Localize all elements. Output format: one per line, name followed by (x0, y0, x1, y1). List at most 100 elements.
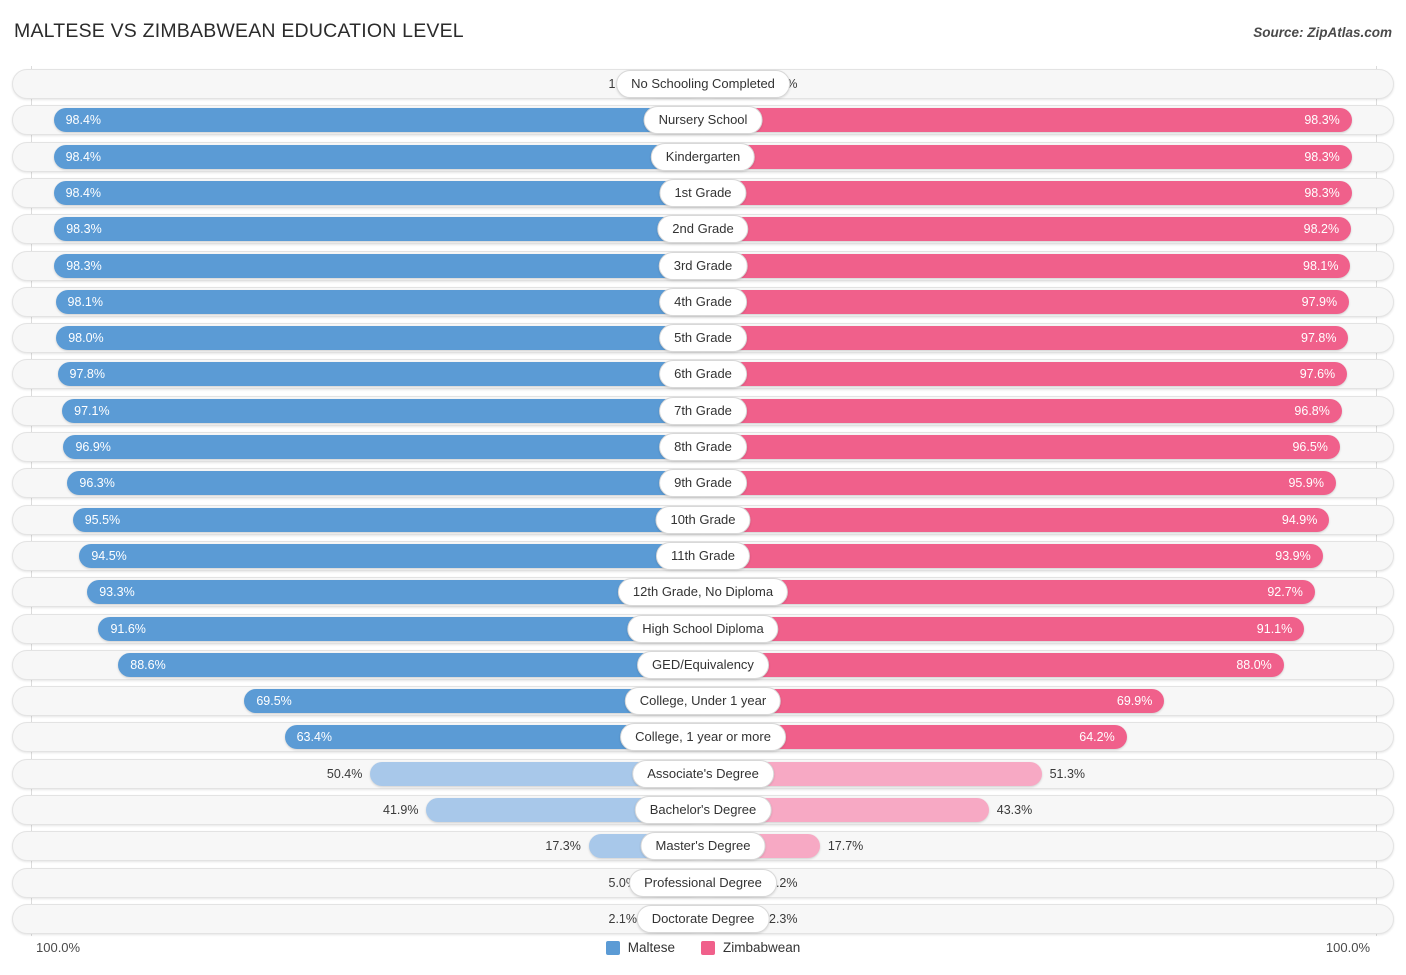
category-label[interactable]: 2nd Grade (657, 215, 749, 244)
category-label[interactable]: No Schooling Completed (616, 70, 790, 98)
category-label[interactable]: 6th Grade (659, 360, 747, 389)
category-label[interactable]: 9th Grade (659, 469, 747, 498)
bar-value-label: 17.3% (545, 839, 581, 854)
category-label[interactable]: GED/Equivalency (637, 650, 769, 679)
chart-row[interactable]: 69.5% 69.9% College, Under 1 year (12, 686, 1394, 717)
bar-value-label: 96.8% (1294, 403, 1330, 418)
bar-maltese[interactable]: 98.4% (53, 108, 703, 133)
bar-zimbabwean[interactable]: 95.9% (703, 471, 1336, 496)
category-label[interactable]: 12th Grade, No Diploma (617, 578, 789, 607)
bar-maltese[interactable]: 95.5% (72, 507, 703, 532)
chart-row[interactable]: 5.0% 5.2% Professional Degree (12, 867, 1394, 898)
bar-zimbabwean[interactable]: 96.5% (703, 435, 1340, 459)
bar-maltese[interactable]: 98.4% (53, 180, 703, 205)
bar-zimbabwean[interactable]: 91.1% (703, 616, 1305, 641)
category-label[interactable]: 10th Grade (655, 505, 751, 534)
category-label[interactable]: 4th Grade (659, 287, 747, 316)
bar-maltese[interactable]: 98.1% (55, 289, 703, 314)
category-label[interactable]: College, 1 year or more (620, 723, 786, 752)
chart-row[interactable]: 41.9% 43.3% Bachelor's Degree (12, 795, 1394, 825)
bar-zimbabwean[interactable]: 98.3% (703, 108, 1352, 133)
chart-row[interactable]: 98.4% 98.3% 1st Grade (12, 177, 1394, 208)
chart-row[interactable]: 98.1% 97.9% 4th Grade (12, 286, 1394, 317)
chart-row[interactable]: 97.1% 96.8% 7th Grade (12, 395, 1394, 426)
category-label[interactable]: Kindergarten (650, 142, 756, 171)
legend-label-maltese: Maltese (627, 940, 675, 955)
bar-maltese[interactable]: 98.0% (56, 326, 703, 351)
category-label[interactable]: Bachelor's Degree (634, 796, 772, 824)
bar-zimbabwean[interactable]: 93.9% (703, 543, 1323, 568)
category-label[interactable]: Nursery School (643, 106, 763, 135)
chart-row[interactable]: 2.1% 2.3% Doctorate Degree (12, 903, 1394, 934)
bar-zimbabwean[interactable]: 94.9% (703, 507, 1330, 532)
bar-zimbabwean[interactable]: 98.1% (703, 253, 1351, 278)
bar-zimbabwean[interactable]: 96.8% (703, 398, 1342, 423)
bar-maltese[interactable]: 91.6% (98, 616, 703, 641)
chart-row[interactable]: 1.6%1.7%No Schooling Completed (12, 69, 1394, 99)
bar-value-label: 98.3% (1304, 185, 1340, 200)
bar-zimbabwean[interactable]: 98.3% (703, 180, 1352, 205)
bar-maltese[interactable]: 98.3% (54, 217, 703, 242)
category-label[interactable]: Doctorate Degree (636, 904, 770, 933)
chart-row[interactable]: 98.3% 98.2% 2nd Grade (12, 214, 1394, 245)
bar-value-label: 98.3% (66, 222, 102, 237)
bar-zimbabwean[interactable]: 97.8% (703, 326, 1349, 351)
category-label[interactable]: Associate's Degree (632, 759, 774, 788)
chart-row[interactable]: 98.3% 98.1% 3rd Grade (12, 250, 1394, 281)
chart-row[interactable]: 94.5% 93.9% 11th Grade (12, 540, 1394, 571)
chart-row[interactable]: 88.6% 88.0% GED/Equivalency (12, 649, 1394, 680)
chart-row[interactable]: 95.5% 94.9% 10th Grade (12, 504, 1394, 535)
chart-row[interactable]: 98.4% 98.3% Kindergarten (12, 141, 1394, 172)
chart-row[interactable]: 98.0% 97.8% 5th Grade (12, 323, 1394, 354)
chart-row[interactable]: 96.3% 95.9% 9th Grade (12, 468, 1394, 499)
bar-value-label: 97.1% (74, 403, 110, 418)
chart-row[interactable]: 63.4% 64.2% College, 1 year or more (12, 722, 1394, 753)
chart-row[interactable]: 17.3% 17.7% Master's Degree (12, 831, 1394, 862)
category-label[interactable]: Master's Degree (640, 832, 766, 861)
bar-value-label: 96.3% (79, 476, 115, 491)
category-label[interactable]: 11th Grade (655, 541, 751, 570)
bar-zimbabwean[interactable]: 97.6% (703, 362, 1348, 387)
bar-value-label: 51.3% (1049, 766, 1086, 781)
category-label[interactable]: 8th Grade (659, 433, 747, 461)
bar-value-label: 92.7% (1267, 585, 1303, 600)
bar-value-label: 93.3% (99, 585, 135, 600)
chart-row[interactable]: 96.9% 96.5% 8th Grade (12, 432, 1394, 462)
category-label[interactable]: Professional Degree (629, 868, 777, 897)
bar-maltese[interactable]: 94.5% (79, 543, 703, 568)
bar-zimbabwean[interactable]: 92.7% (703, 580, 1315, 605)
bar-value-label: 95.5% (84, 512, 121, 527)
bar-maltese[interactable]: 97.1% (62, 398, 703, 423)
chart-row[interactable]: 91.6% 91.1% High School Diploma (12, 613, 1394, 644)
bar-maltese[interactable]: 97.8% (57, 362, 703, 387)
category-label[interactable]: 1st Grade (659, 178, 747, 207)
bar-value-label: 97.8% (1301, 331, 1337, 346)
category-label[interactable]: 3rd Grade (658, 251, 748, 280)
bar-maltese[interactable]: 98.3% (54, 253, 703, 278)
chart-root: MALTESE VS ZIMBABWEAN EDUCATION LEVEL So… (0, 0, 1406, 975)
bar-maltese[interactable]: 98.4% (53, 144, 703, 169)
legend-item-maltese[interactable]: Maltese (605, 938, 675, 958)
bar-zimbabwean[interactable]: 88.0% (703, 652, 1284, 677)
bar-value-label: 98.4% (65, 185, 102, 200)
category-label[interactable]: High School Diploma (627, 614, 779, 643)
bar-zimbabwean[interactable]: 98.2% (703, 217, 1352, 242)
bar-maltese[interactable]: 93.3% (87, 580, 703, 605)
legend-item-zimbabwean[interactable]: Zimbabwean (700, 938, 800, 958)
bar-value-label: 98.0% (68, 331, 104, 346)
bar-maltese[interactable]: 88.6% (118, 652, 703, 677)
bar-value-label: 98.4% (65, 149, 102, 164)
category-label[interactable]: 5th Grade (659, 324, 747, 353)
chart-row[interactable]: 97.8% 97.6% 6th Grade (12, 359, 1394, 390)
bar-zimbabwean[interactable]: 98.3% (703, 144, 1352, 169)
category-label[interactable]: College, Under 1 year (624, 687, 782, 716)
chart-row[interactable]: 50.4% 51.3% Associate's Degree (12, 758, 1394, 789)
category-label[interactable]: 7th Grade (659, 396, 747, 425)
bar-maltese[interactable]: 96.3% (67, 471, 703, 496)
bar-zimbabwean[interactable]: 97.9% (703, 289, 1350, 314)
chart-row[interactable]: 98.4% 98.3% Nursery School (12, 105, 1394, 136)
chart-row[interactable]: 93.3% 92.7% 12th Grade, No Diploma (12, 577, 1394, 608)
bar-maltese[interactable]: 96.9% (63, 435, 703, 459)
bar-value-label: 64.2% (1079, 730, 1115, 745)
bar-value-label: 69.9% (1116, 694, 1153, 709)
